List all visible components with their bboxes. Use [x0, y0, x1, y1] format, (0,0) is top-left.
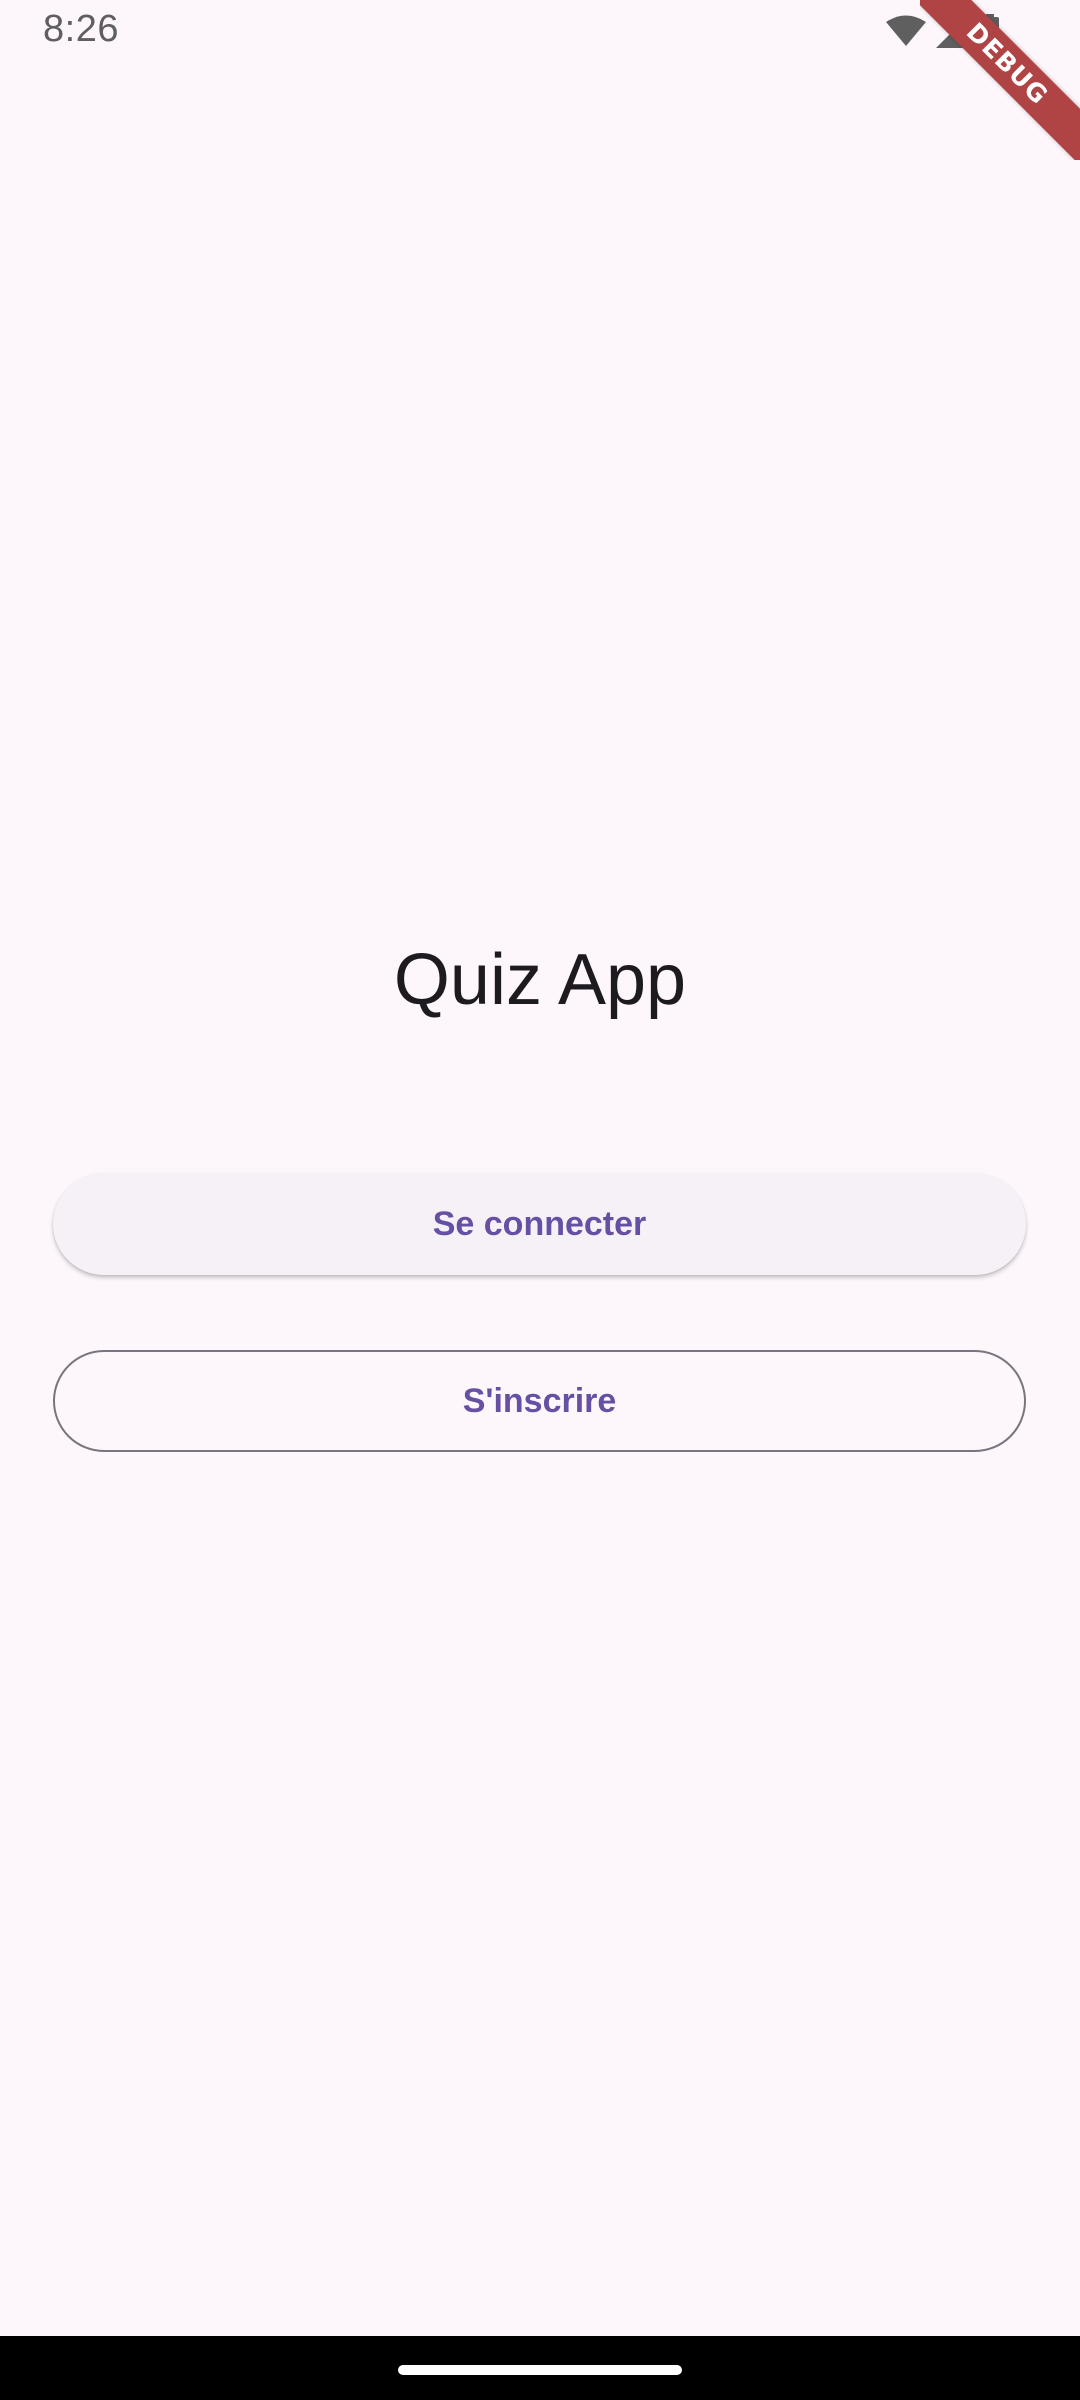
signup-button[interactable]: S'inscrire — [53, 1350, 1026, 1452]
signup-button-label: S'inscrire — [462, 1381, 617, 1420]
status-icons — [886, 14, 1000, 48]
login-button[interactable]: Se connecter — [53, 1173, 1026, 1275]
battery-icon — [980, 14, 1000, 48]
wifi-icon — [886, 15, 926, 47]
login-button-label: Se connecter — [432, 1204, 647, 1243]
home-gesture-handle[interactable] — [398, 2365, 682, 2375]
navigation-bar — [0, 2336, 1080, 2400]
cellular-signal-icon — [936, 14, 970, 48]
status-time: 8:26 — [43, 8, 119, 50]
status-bar: 8:26 — [0, 0, 1080, 64]
page-title: Quiz App — [393, 940, 687, 1020]
